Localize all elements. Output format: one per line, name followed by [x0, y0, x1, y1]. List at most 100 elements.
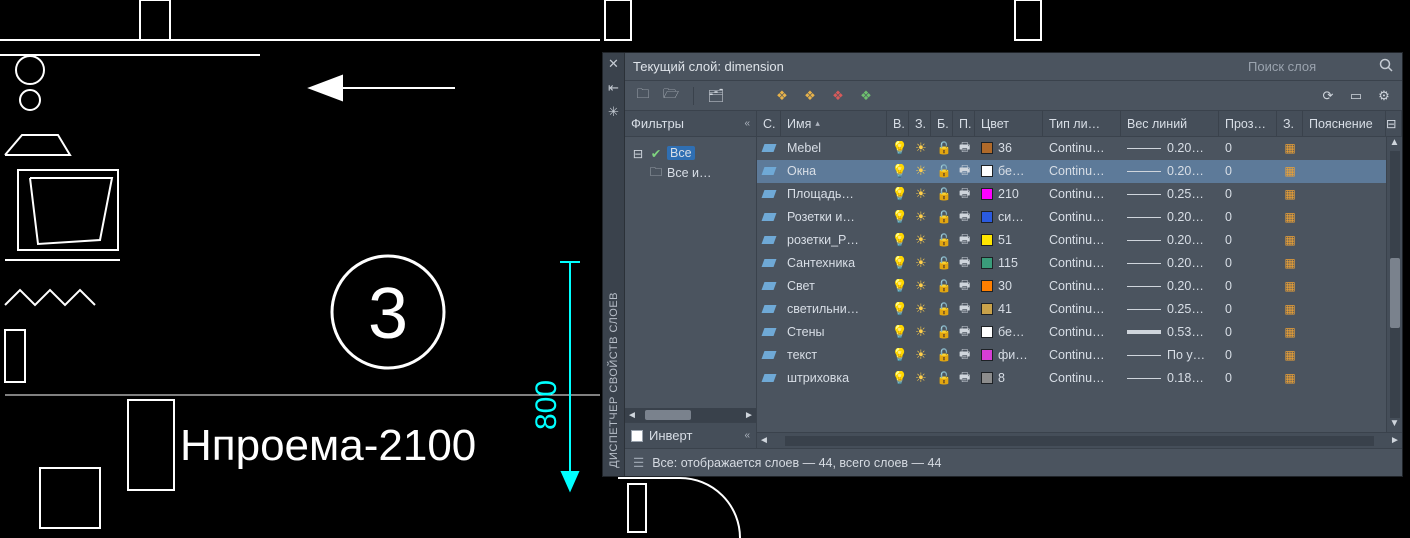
bulb-icon[interactable]: 💡 — [893, 164, 907, 178]
layer-lineweight[interactable]: По у… — [1121, 348, 1219, 362]
bulb-icon[interactable]: 💡 — [893, 302, 907, 316]
layer-linetype[interactable]: Continu… — [1043, 210, 1121, 224]
sun-icon[interactable]: ☀ — [915, 348, 927, 362]
layer-color[interactable]: 41 — [975, 302, 1043, 316]
lock-open-icon[interactable]: 🔓 — [937, 210, 951, 224]
layer-color[interactable]: си… — [975, 210, 1043, 224]
plotstyle-icon[interactable]: ▦ — [1283, 164, 1297, 178]
layer-tool-3-icon[interactable]: ❖ — [828, 86, 848, 106]
tree-child[interactable]: 🗀 Все и… — [629, 163, 752, 183]
plotstyle-icon[interactable]: ▦ — [1283, 141, 1297, 155]
layer-color[interactable]: 115 — [975, 256, 1043, 270]
bulb-icon[interactable]: 💡 — [893, 325, 907, 339]
col-linetype[interactable]: Тип ли… — [1043, 111, 1121, 136]
col-name[interactable]: Имя — [781, 111, 887, 136]
layer-linetype[interactable]: Continu… — [1043, 348, 1121, 362]
lock-open-icon[interactable]: 🔓 — [937, 279, 951, 293]
sun-icon[interactable]: ☀ — [915, 210, 927, 224]
plotstyle-icon[interactable]: ▦ — [1283, 302, 1297, 316]
filters-hscrollbar[interactable]: ◄► — [625, 408, 756, 422]
printer-icon[interactable]: 🖶 — [959, 187, 970, 201]
layer-name[interactable]: Окна — [781, 164, 887, 178]
search-icon[interactable] — [1378, 57, 1394, 76]
layer-states-button[interactable]: 🗂 — [706, 86, 726, 106]
invert-filter-row[interactable]: Инверт « — [625, 422, 756, 448]
layer-name[interactable]: Mebel — [781, 141, 887, 155]
layer-transparency[interactable]: 0 — [1219, 325, 1277, 339]
layer-name[interactable]: Розетки и… — [781, 210, 887, 224]
layer-transparency[interactable]: 0 — [1219, 348, 1277, 362]
sun-icon[interactable]: ☀ — [915, 256, 927, 270]
layer-lineweight[interactable]: 0.20… — [1121, 233, 1219, 247]
lock-open-icon[interactable]: 🔓 — [937, 233, 951, 247]
layer-linetype[interactable]: Continu… — [1043, 325, 1121, 339]
new-group-button[interactable]: 🗁 — [661, 86, 681, 106]
plotstyle-icon[interactable]: ▦ — [1283, 210, 1297, 224]
col-lock[interactable]: Б. — [931, 111, 953, 136]
refresh-icon[interactable]: ⟳ — [1318, 86, 1338, 106]
printer-icon[interactable]: 🖶 — [959, 325, 970, 339]
layer-color[interactable]: фи… — [975, 348, 1043, 362]
printer-icon[interactable]: 🖶 — [959, 233, 970, 247]
layer-linetype[interactable]: Continu… — [1043, 187, 1121, 201]
layer-row[interactable]: Стены💡☀🔓🖶бе…Continu…0.53…0▦ — [757, 321, 1402, 344]
col-style[interactable]: З. — [1277, 111, 1303, 136]
printer-icon[interactable]: 🖶 — [959, 141, 970, 155]
new-layer-button[interactable]: 🗀 — [633, 86, 653, 106]
layer-transparency[interactable]: 0 — [1219, 187, 1277, 201]
bulb-icon[interactable]: 💡 — [893, 371, 907, 385]
lock-open-icon[interactable]: 🔓 — [937, 187, 951, 201]
col-on[interactable]: В. — [887, 111, 909, 136]
tree-root[interactable]: ⊟ ✔ Все — [629, 143, 752, 163]
layer-transparency[interactable]: 0 — [1219, 164, 1277, 178]
lock-open-icon[interactable]: 🔓 — [937, 141, 951, 155]
layer-linetype[interactable]: Continu… — [1043, 302, 1121, 316]
printer-icon[interactable]: 🖶 — [959, 371, 970, 385]
layer-color[interactable]: 36 — [975, 141, 1043, 155]
lock-open-icon[interactable]: 🔓 — [937, 371, 951, 385]
col-freeze[interactable]: З. — [909, 111, 931, 136]
bulb-icon[interactable]: 💡 — [893, 256, 907, 270]
close-icon[interactable]: ✕ — [607, 57, 621, 71]
layer-row[interactable]: штриховка💡☀🔓🖶8Continu…0.18…0▦ — [757, 367, 1402, 390]
layer-linetype[interactable]: Continu… — [1043, 279, 1121, 293]
settings-burst-icon[interactable]: ✳ — [607, 105, 621, 119]
layer-search-input[interactable]: Поиск слоя — [1248, 59, 1368, 74]
lock-open-icon[interactable]: 🔓 — [937, 348, 951, 362]
layer-row[interactable]: текст💡☀🔓🖶фи…Continu…По у…0▦ — [757, 344, 1402, 367]
column-headers[interactable]: С. Имя В. З. Б. П. Цвет Тип ли… Вес лини… — [757, 111, 1402, 137]
bulb-icon[interactable]: 💡 — [893, 210, 907, 224]
layer-lineweight[interactable]: 0.25… — [1121, 302, 1219, 316]
layer-lineweight[interactable]: 0.20… — [1121, 279, 1219, 293]
layer-row[interactable]: Свет💡☀🔓🖶30Continu…0.20…0▦ — [757, 275, 1402, 298]
layer-color[interactable]: 30 — [975, 279, 1043, 293]
printer-icon[interactable]: 🖶 — [959, 210, 970, 224]
sun-icon[interactable]: ☀ — [915, 302, 927, 316]
layer-row[interactable]: светильни…💡☀🔓🖶41Continu…0.25…0▦ — [757, 298, 1402, 321]
printer-icon[interactable]: 🖶 — [959, 279, 970, 293]
bulb-icon[interactable]: 💡 — [893, 348, 907, 362]
layer-name[interactable]: Площадь… — [781, 187, 887, 201]
layer-lineweight[interactable]: 0.53… — [1121, 325, 1219, 339]
col-transparency[interactable]: Проз… — [1219, 111, 1277, 136]
filters-tree[interactable]: ⊟ ✔ Все 🗀 Все и… — [625, 137, 756, 408]
bulb-icon[interactable]: 💡 — [893, 279, 907, 293]
layer-row[interactable]: Розетки и…💡☀🔓🖶си…Continu…0.20…0▦ — [757, 206, 1402, 229]
layer-lineweight[interactable]: 0.20… — [1121, 164, 1219, 178]
bulb-icon[interactable]: 💡 — [893, 187, 907, 201]
layer-name[interactable]: Свет — [781, 279, 887, 293]
layers-hscrollbar[interactable]: ◄► — [757, 432, 1402, 448]
plotstyle-icon[interactable]: ▦ — [1283, 348, 1297, 362]
layer-tool-4-icon[interactable]: ❖ — [856, 86, 876, 106]
layer-linetype[interactable]: Continu… — [1043, 233, 1121, 247]
layers-rows[interactable]: Mebel💡☀🔓🖶36Continu…0.20…0▦Окна💡☀🔓🖶бе…Con… — [757, 137, 1402, 432]
layer-name[interactable]: светильни… — [781, 302, 887, 316]
toggle-panel-icon[interactable]: ▭ — [1346, 86, 1366, 106]
plotstyle-icon[interactable]: ▦ — [1283, 371, 1297, 385]
layer-tool-2-icon[interactable]: ❖ — [800, 86, 820, 106]
layer-linetype[interactable]: Continu… — [1043, 141, 1121, 155]
lock-open-icon[interactable]: 🔓 — [937, 302, 951, 316]
plotstyle-icon[interactable]: ▦ — [1283, 233, 1297, 247]
layer-linetype[interactable]: Continu… — [1043, 256, 1121, 270]
bulb-icon[interactable]: 💡 — [893, 233, 907, 247]
